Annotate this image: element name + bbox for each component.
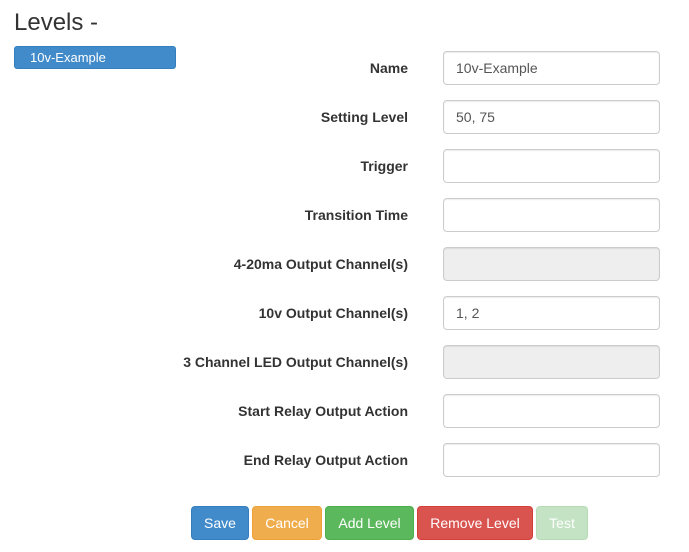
- transition-time-input[interactable]: [443, 198, 660, 232]
- form-row-3-channel-led-output: 3 Channel LED Output Channel(s): [0, 345, 689, 379]
- setting-level-input[interactable]: [443, 100, 660, 134]
- 10v-output-label: 10v Output Channel(s): [258, 305, 408, 321]
- 10v-output-input[interactable]: [443, 296, 660, 330]
- start-relay-action-label: Start Relay Output Action: [238, 403, 408, 419]
- form-row-transition-time: Transition Time: [0, 198, 689, 232]
- name-label: Name: [369, 60, 408, 76]
- 4-20ma-output-label: 4-20ma Output Channel(s): [233, 256, 408, 272]
- 4-20ma-output-input: [443, 247, 660, 281]
- end-relay-action-label: End Relay Output Action: [243, 452, 408, 468]
- page-title: Levels -: [14, 9, 99, 36]
- start-relay-action-input[interactable]: [443, 394, 660, 428]
- form-row-trigger: Trigger: [0, 149, 689, 183]
- form-row-setting-level: Setting Level: [0, 100, 689, 134]
- cancel-button[interactable]: Cancel: [252, 506, 322, 540]
- end-relay-action-input[interactable]: [443, 443, 660, 477]
- add-level-button[interactable]: Add Level: [325, 506, 414, 540]
- name-input[interactable]: [443, 51, 660, 85]
- trigger-input[interactable]: [443, 149, 660, 183]
- form-row-end-relay-action: End Relay Output Action: [0, 443, 689, 477]
- form-row-4-20ma-output: 4-20ma Output Channel(s): [0, 247, 689, 281]
- save-button[interactable]: Save: [191, 506, 249, 540]
- trigger-label: Trigger: [360, 158, 408, 174]
- form-row-name: Name: [0, 51, 689, 85]
- remove-level-button[interactable]: Remove Level: [417, 506, 533, 540]
- form-row-start-relay-action: Start Relay Output Action: [0, 394, 689, 428]
- setting-level-label: Setting Level: [320, 109, 408, 125]
- transition-time-label: Transition Time: [304, 207, 408, 223]
- 3-channel-led-output-input: [443, 345, 660, 379]
- test-button: Test: [536, 506, 588, 540]
- 3-channel-led-output-label: 3 Channel LED Output Channel(s): [183, 354, 408, 370]
- form-row-10v-output: 10v Output Channel(s): [0, 296, 689, 330]
